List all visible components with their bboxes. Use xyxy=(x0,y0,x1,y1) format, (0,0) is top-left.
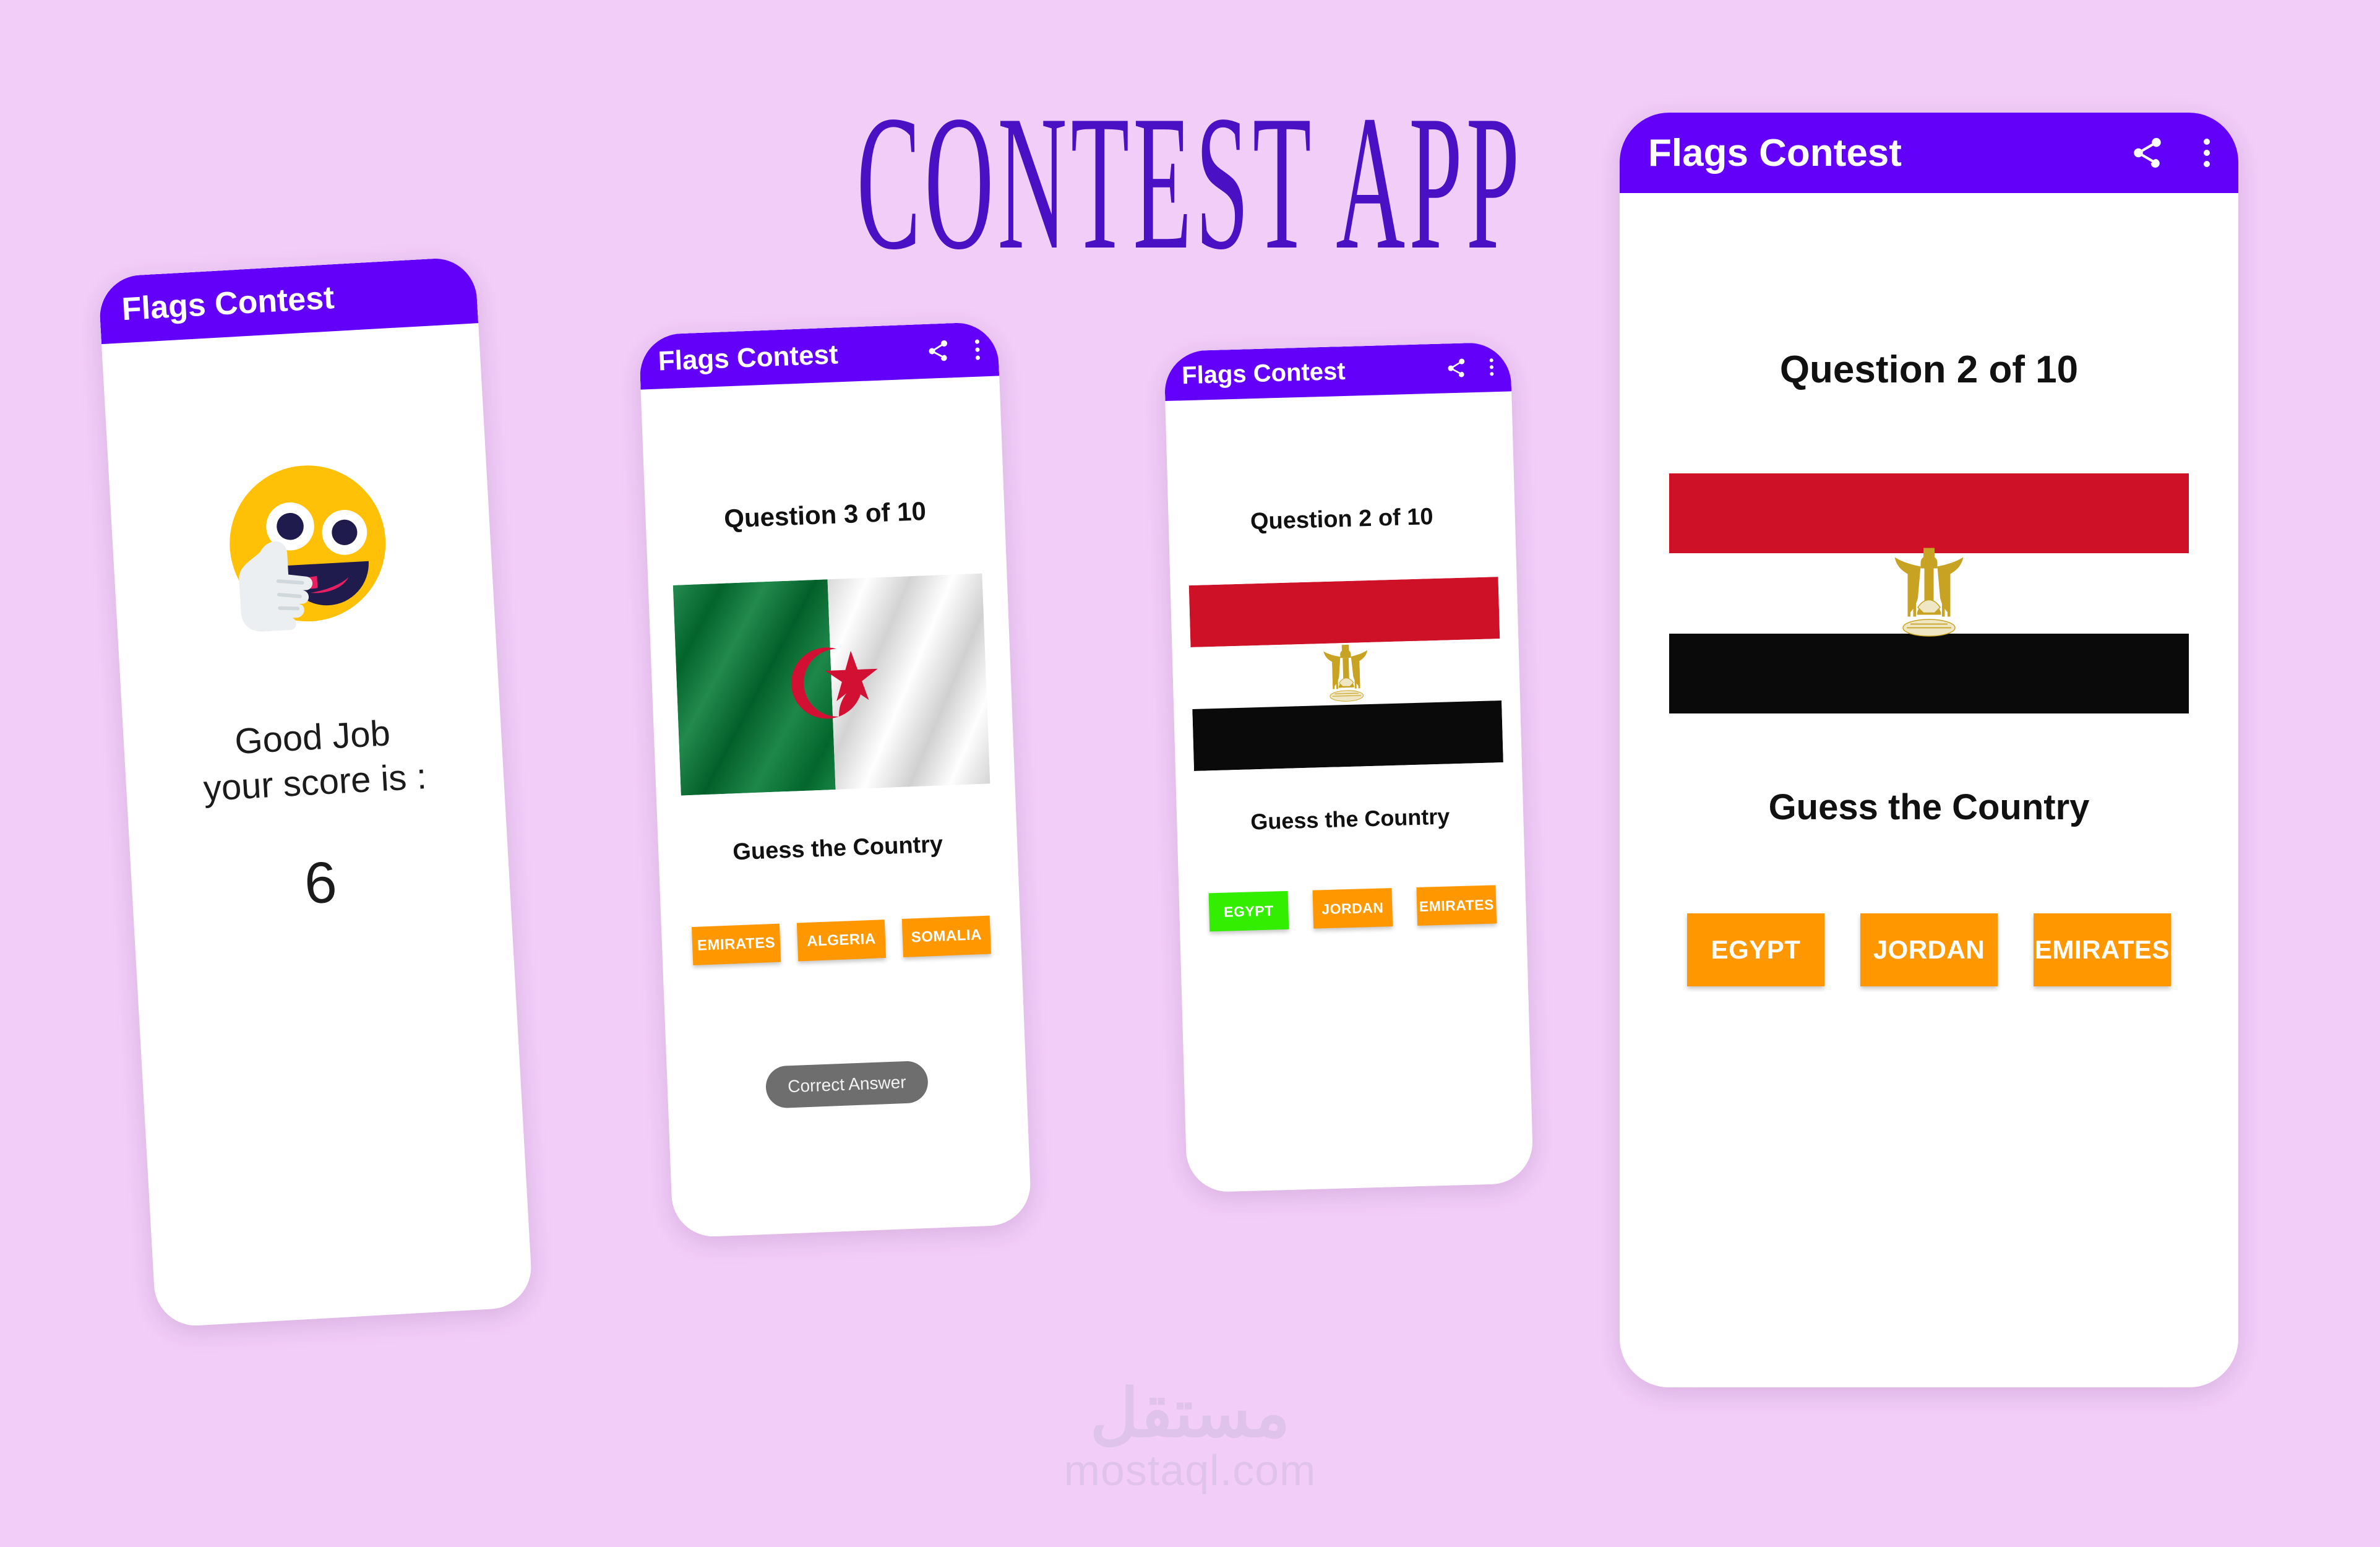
more-vertical-icon[interactable] xyxy=(2204,135,2210,171)
answer-button[interactable]: JORDAN xyxy=(1312,888,1393,929)
answer-button[interactable]: EGYPT xyxy=(1208,890,1289,932)
poster-canvas: CONTEST APP Flags Contest Good Job your … xyxy=(0,0,2380,1547)
question-content: Question 2 of 10 Guess the Country EGYPT… xyxy=(1165,391,1534,1192)
share-icon[interactable] xyxy=(2129,135,2165,171)
phone-mockup-question-3: Flags Contest Question 3 of 10 Guess the… xyxy=(638,321,1032,1238)
crescent-and-star-icon xyxy=(751,603,912,766)
score-content: Good Job your score is : 6 xyxy=(101,323,533,1328)
phone-mockup-score-screen: Flags Contest Good Job your score is: 6 xyxy=(98,256,533,1328)
app-bar-actions xyxy=(926,337,981,364)
answer-button[interactable]: SOMALIA xyxy=(901,915,991,957)
app-bar: Flags Contest xyxy=(1164,342,1512,402)
answer-button[interactable]: EGYPT xyxy=(1687,913,1824,986)
answer-button[interactable]: EMIRATES xyxy=(691,923,781,966)
question-counter: Question 3 of 10 xyxy=(723,496,927,533)
share-icon[interactable] xyxy=(1445,356,1468,379)
more-vertical-icon[interactable] xyxy=(974,337,981,362)
question-counter: Question 2 of 10 xyxy=(1250,504,1434,535)
share-icon[interactable] xyxy=(926,338,952,364)
phone-mockup-question-2-small: Flags Contest Question 2 of 10 Guess the… xyxy=(1164,342,1534,1193)
answer-button[interactable]: ALGERIA xyxy=(796,920,887,962)
flag-black-band xyxy=(1669,633,2189,713)
watermark-arabic: مستقل xyxy=(1089,1376,1291,1450)
answer-options: EMIRATES ALGERIA SOMALIA xyxy=(661,915,1021,967)
egypt-flag xyxy=(1188,577,1503,771)
question-prompt: Guess the Country xyxy=(732,831,943,866)
answer-options: EGYPT JORDAN EMIRATES xyxy=(1179,884,1527,933)
question-content: Question 3 of 10 Guess the Country EMIRA… xyxy=(641,376,1032,1238)
app-bar-title: Flags Contest xyxy=(121,280,335,328)
score-value: 6 xyxy=(303,849,339,916)
answer-button[interactable]: JORDAN xyxy=(1860,913,1998,986)
answer-options: EGYPT JORDAN EMIRATES xyxy=(1620,913,2238,986)
watermark: مستقل mostaql.com xyxy=(1064,1380,1317,1494)
smiling-face-with-thumbs-up-icon xyxy=(200,446,403,648)
question-prompt: Guess the Country xyxy=(1250,803,1450,835)
app-screen-question-2-hero: Flags Contest Question 2 of 10 Guess the… xyxy=(1620,113,2238,1387)
flag-red-band xyxy=(1669,473,2189,554)
app-bar-actions xyxy=(1445,356,1494,379)
watermark-url: mostaql.com xyxy=(1063,1446,1317,1494)
algeria-flag xyxy=(672,573,990,796)
question-counter: Question 2 of 10 xyxy=(1779,348,2079,391)
question-prompt: Guess the Country xyxy=(1768,787,2090,827)
egypt-flag xyxy=(1669,473,2189,713)
flag-black-band xyxy=(1192,700,1503,771)
question-content: Question 2 of 10 Guess the Country EGYPT… xyxy=(1620,193,2238,1387)
toast-message: Correct Answer xyxy=(765,1060,929,1109)
flag-red-band xyxy=(1188,577,1500,648)
eagle-of-saladin-icon xyxy=(1315,640,1377,708)
eagle-of-saladin-icon xyxy=(1883,543,1975,645)
app-screen-question-2-small: Flags Contest Question 2 of 10 Guess the… xyxy=(1164,342,1534,1193)
app-screen-score: Flags Contest Good Job your score is: 6 xyxy=(98,256,533,1328)
app-bar: Flags Contest xyxy=(1620,113,2238,193)
app-bar-actions xyxy=(2129,135,2210,171)
app-bar-title: Flags Contest xyxy=(657,339,839,377)
answer-button[interactable]: EMIRATES xyxy=(2034,913,2171,986)
more-vertical-icon[interactable] xyxy=(1489,356,1494,378)
phone-mockup-question-2-hero: Flags Contest Question 2 of 10 Guess the… xyxy=(1620,113,2238,1387)
score-message: Good Job your score is : xyxy=(200,709,428,811)
app-screen-question-3: Flags Contest Question 3 of 10 Guess the… xyxy=(638,321,1032,1238)
app-bar-title: Flags Contest xyxy=(1181,357,1346,389)
app-bar-title: Flags Contest xyxy=(1648,131,1902,175)
answer-button[interactable]: EMIRATES xyxy=(1416,885,1497,926)
